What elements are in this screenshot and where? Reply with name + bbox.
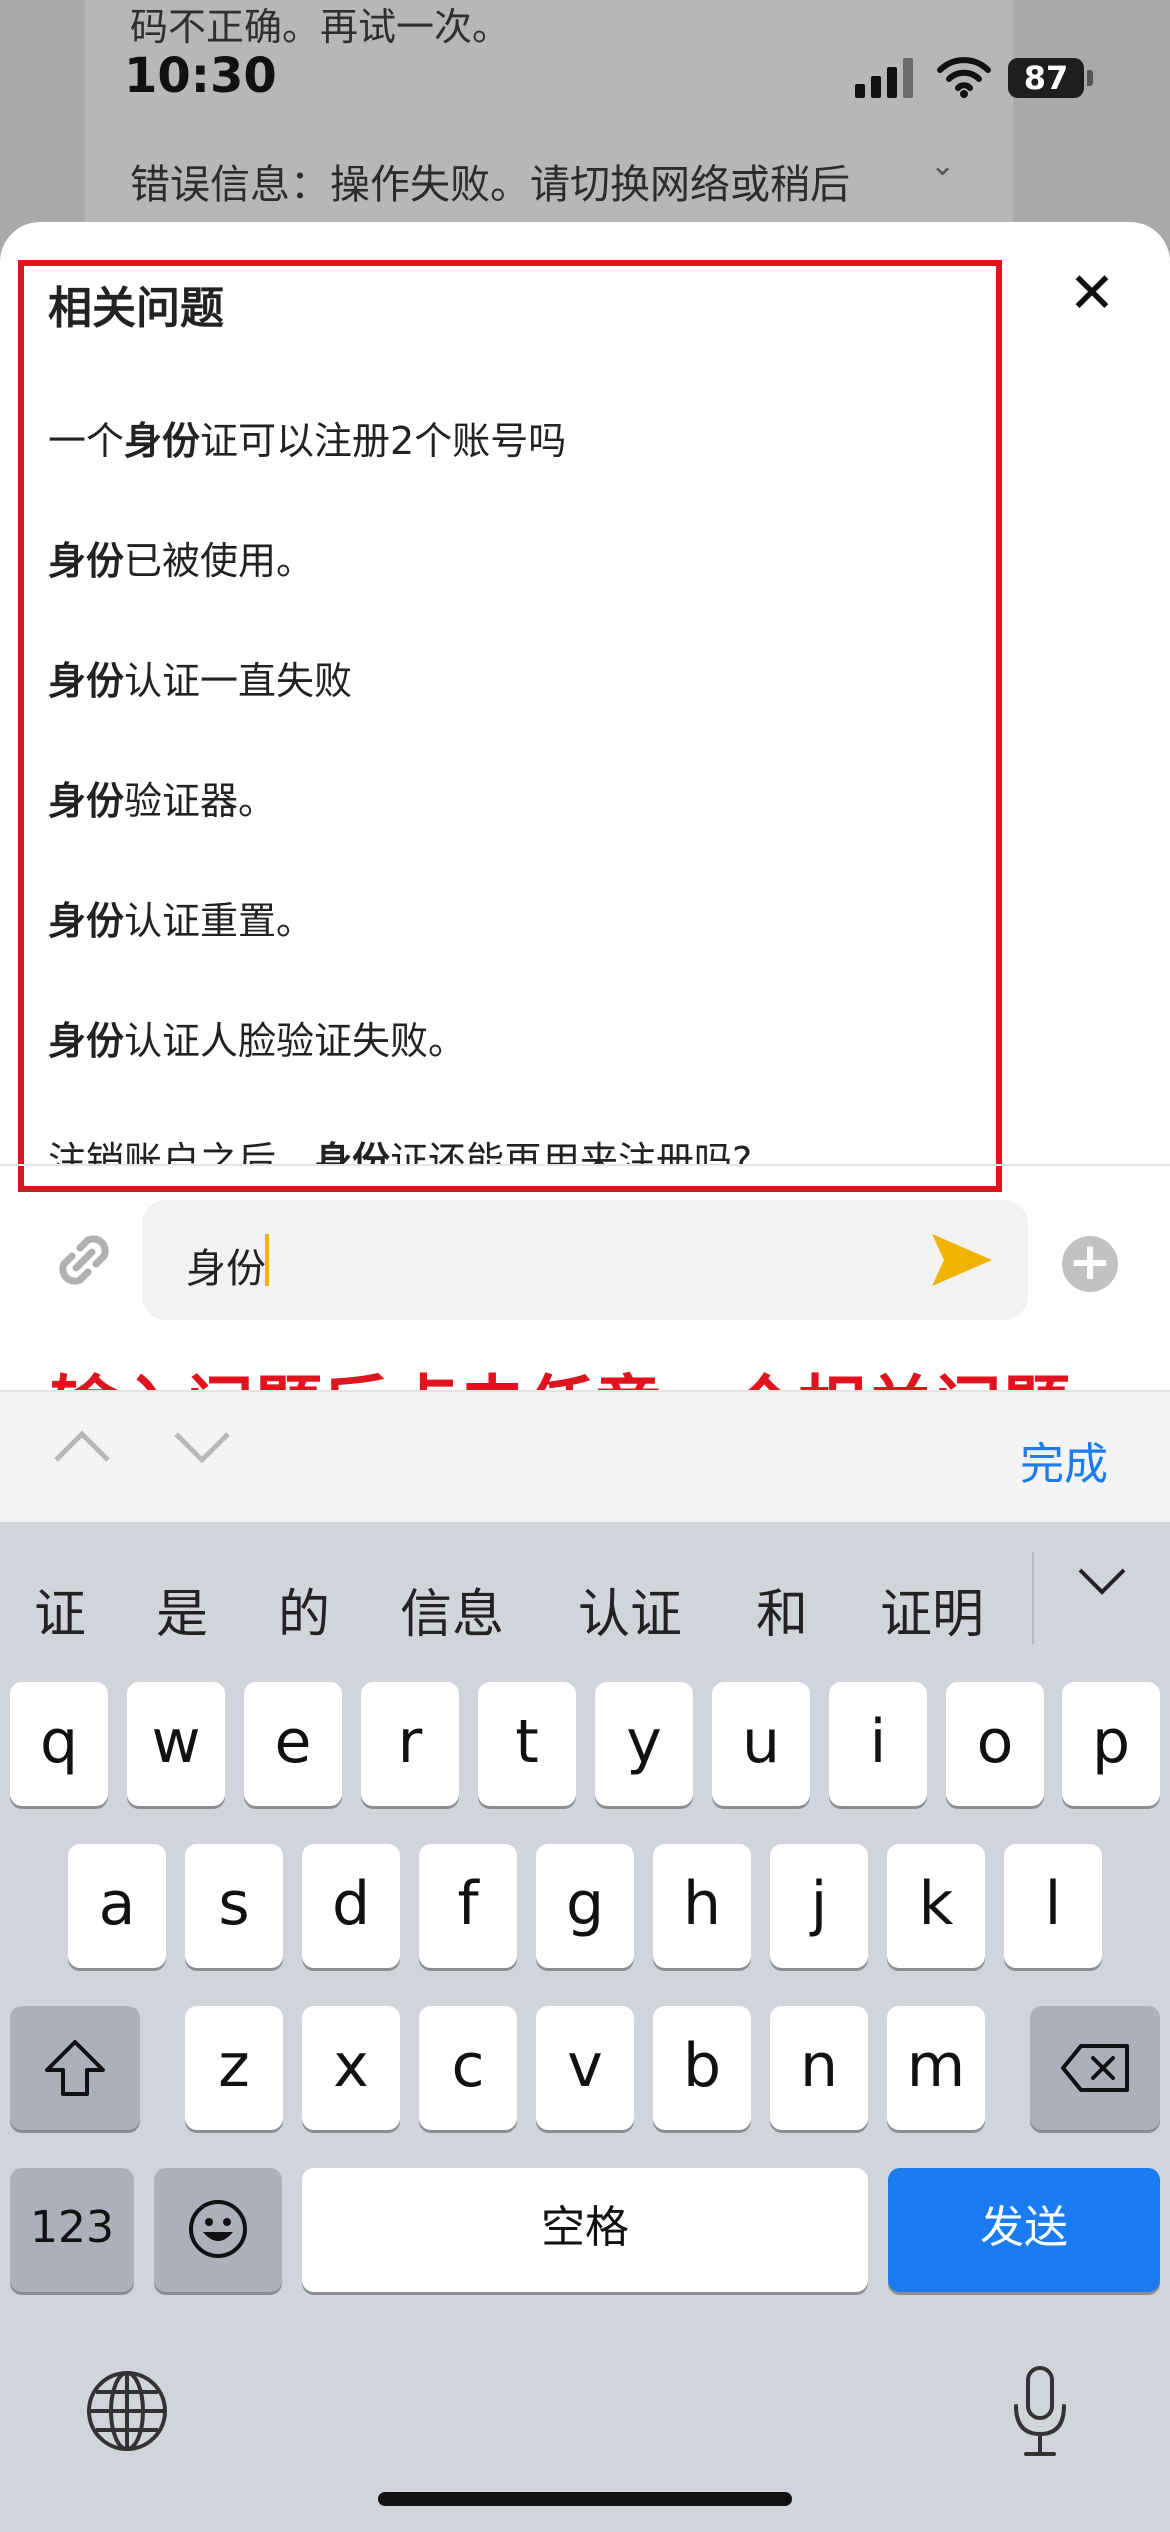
send-key[interactable]: 发送 (888, 2168, 1160, 2292)
candidate-separator (1032, 1552, 1034, 1644)
shift-key[interactable] (10, 2006, 140, 2130)
key-l[interactable]: l (1004, 1844, 1102, 1968)
chevron-up-icon[interactable] (52, 1428, 112, 1464)
key-y[interactable]: y (595, 1682, 693, 1806)
key-k[interactable]: k (887, 1844, 985, 1968)
key-v[interactable]: v (536, 2006, 634, 2130)
question-input[interactable] (142, 1200, 1028, 1320)
key-w[interactable]: w (127, 1682, 225, 1806)
chevron-down-icon[interactable] (172, 1430, 232, 1466)
highlight-box (18, 260, 1002, 1192)
background-message: 码不正确。再试一次。 (130, 5, 511, 49)
numbers-key[interactable]: 123 (10, 2168, 134, 2292)
text-caret (265, 1234, 269, 1286)
key-x[interactable]: x (302, 2006, 400, 2130)
candidate-word[interactable]: 证明 (880, 1572, 984, 1647)
emoji-icon (189, 2200, 247, 2258)
key-c[interactable]: c (419, 2006, 517, 2130)
battery-level: 87 (1008, 58, 1084, 98)
expand-candidates-icon[interactable] (1076, 1566, 1128, 1598)
wifi-icon (937, 57, 991, 98)
key-e[interactable]: e (244, 1682, 342, 1806)
emoji-key[interactable] (154, 2168, 282, 2292)
send-icon[interactable] (930, 1232, 994, 1288)
candidate-word[interactable]: 证 (34, 1572, 86, 1647)
key-m[interactable]: m (887, 2006, 985, 2130)
key-f[interactable]: f (419, 1844, 517, 1968)
candidate-word[interactable]: 信息 (400, 1572, 504, 1647)
key-j[interactable]: j (770, 1844, 868, 1968)
question-input-value: 身份 (186, 1246, 266, 1292)
key-i[interactable]: i (829, 1682, 927, 1806)
key-u[interactable]: u (712, 1682, 810, 1806)
globe-icon[interactable] (84, 2368, 170, 2454)
candidate-word[interactable]: 认证 (578, 1572, 682, 1647)
divider (0, 1164, 1170, 1166)
add-icon[interactable]: + (1062, 1236, 1118, 1292)
candidate-word[interactable]: 和 (756, 1572, 808, 1647)
status-time: 10:30 (124, 48, 277, 104)
space-key[interactable]: 空格 (302, 2168, 868, 2292)
done-button[interactable]: 完成 (1020, 1428, 1108, 1492)
close-icon[interactable]: ✕ (1062, 266, 1122, 326)
key-q[interactable]: q (10, 1682, 108, 1806)
key-z[interactable]: z (185, 2006, 283, 2130)
battery-cap (1087, 70, 1093, 86)
key-s[interactable]: s (185, 1844, 283, 1968)
backspace-icon (1061, 2044, 1129, 2092)
background-error-message: 错误信息：操作失败。请切换网络或稍后 (130, 162, 850, 208)
candidate-word[interactable]: 是 (156, 1572, 208, 1647)
key-o[interactable]: o (946, 1682, 1044, 1806)
shift-icon (45, 2040, 105, 2096)
home-indicator (378, 2492, 792, 2506)
cellular-signal-icon (855, 58, 913, 98)
key-t[interactable]: t (478, 1682, 576, 1806)
chevron-down-icon: ⌄ (930, 148, 956, 183)
key-d[interactable]: d (302, 1844, 400, 1968)
key-n[interactable]: n (770, 2006, 868, 2130)
key-r[interactable]: r (361, 1682, 459, 1806)
key-a[interactable]: a (68, 1844, 166, 1968)
link-icon[interactable] (52, 1228, 116, 1292)
key-h[interactable]: h (653, 1844, 751, 1968)
key-g[interactable]: g (536, 1844, 634, 1968)
key-p[interactable]: p (1062, 1682, 1160, 1806)
microphone-icon[interactable] (1010, 2364, 1070, 2460)
key-b[interactable]: b (653, 2006, 751, 2130)
candidate-word[interactable]: 的 (278, 1572, 330, 1647)
delete-key[interactable] (1030, 2006, 1160, 2130)
